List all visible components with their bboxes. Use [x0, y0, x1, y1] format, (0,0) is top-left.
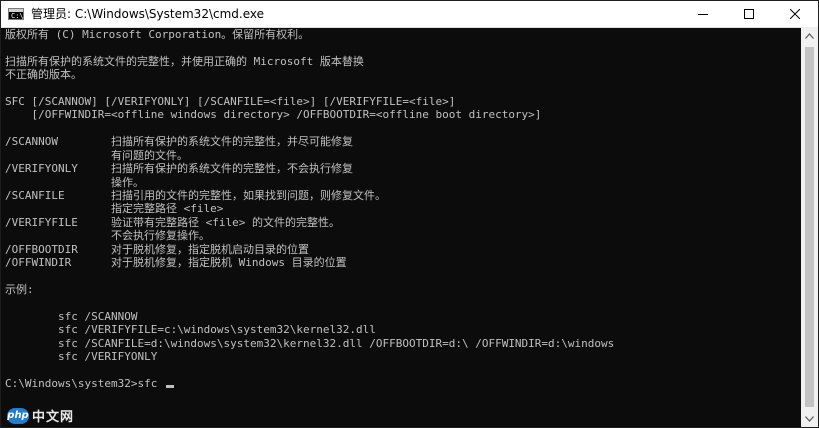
maximize-button[interactable]	[726, 1, 772, 27]
cmd-window: C:\ 管理员: C:\Windows\System32\cmd.exe 版权所…	[0, 0, 819, 428]
title-bar[interactable]: C:\ 管理员: C:\Windows\System32\cmd.exe	[1, 1, 818, 28]
php-logo: php	[7, 407, 29, 424]
command-prompt-line[interactable]: C:\Windows\system32>sfc	[5, 377, 174, 390]
scroll-down-button[interactable]	[801, 410, 818, 427]
cmd-app-icon[interactable]: C:\	[8, 8, 24, 20]
console-line: 版权所有 (C) Microsoft Corporation。保留所有权利。	[5, 28, 310, 41]
console-line: [/OFFWINDIR=<offline windows directory> …	[5, 108, 542, 121]
scroll-down-arrow-icon	[805, 415, 814, 422]
text-cursor	[165, 385, 174, 388]
close-button[interactable]	[772, 1, 818, 27]
watermark-text: 中文网	[32, 410, 75, 425]
minimize-icon	[698, 14, 708, 15]
console-line: /VERIFYONLY 扫描所有保护的系统文件的完整性，不会执行修复	[5, 162, 353, 175]
console-output[interactable]: 版权所有 (C) Microsoft Corporation。保留所有权利。 扫…	[1, 27, 801, 427]
minimize-button[interactable]	[680, 1, 726, 27]
console-line: sfc /VERIFYFILE=c:\windows\system32\kern…	[5, 323, 376, 336]
console-line: 操作。	[5, 176, 144, 189]
console-line: 示例:	[5, 283, 34, 296]
console-line: sfc /SCANNOW	[5, 310, 138, 323]
console-line: 不会执行修复操作。	[5, 229, 210, 242]
scroll-thumb[interactable]	[805, 47, 814, 407]
vertical-scrollbar[interactable]	[801, 27, 818, 427]
console-line: sfc /SCANFILE=d:\windows\system32\kernel…	[5, 337, 615, 350]
scroll-up-arrow-icon	[805, 32, 814, 39]
console-line: /OFFBOOTDIR 对于脱机修复，指定脱机启动目录的位置	[5, 243, 309, 256]
console-line: /OFFWINDIR 对于脱机修复，指定脱机 Windows 目录的位置	[5, 256, 347, 269]
console-line: 不正确的版本。	[5, 68, 82, 81]
window-title: 管理员: C:\Windows\System32\cmd.exe	[31, 7, 264, 21]
scroll-up-button[interactable]	[801, 27, 818, 44]
console-line: SFC [/SCANNOW] [/VERIFYONLY] [/SCANFILE=…	[5, 95, 456, 108]
watermark: php 中文网	[7, 406, 74, 425]
console-line: /SCANFILE 扫描引用的文件的完整性，如果找到问题，则修复文件。	[5, 189, 386, 202]
console-line: 有问题的文件。	[5, 149, 188, 162]
console-line: sfc /VERIFYONLY	[5, 350, 158, 363]
command-prompt: C:\Windows\system32>sfc	[5, 377, 164, 390]
console-line: 指定完整路径 <file>	[5, 202, 224, 215]
maximize-icon	[744, 9, 754, 19]
console-line: /SCANNOW 扫描所有保护的系统文件的完整性，并尽可能修复	[5, 135, 353, 148]
console-line: /VERIFYFILE 验证带有完整路径 <file> 的文件的完整性。	[5, 216, 340, 229]
close-icon	[790, 9, 800, 19]
console-line: 扫描所有保护的系统文件的完整性，并使用正确的 Microsoft 版本替换	[5, 55, 364, 68]
